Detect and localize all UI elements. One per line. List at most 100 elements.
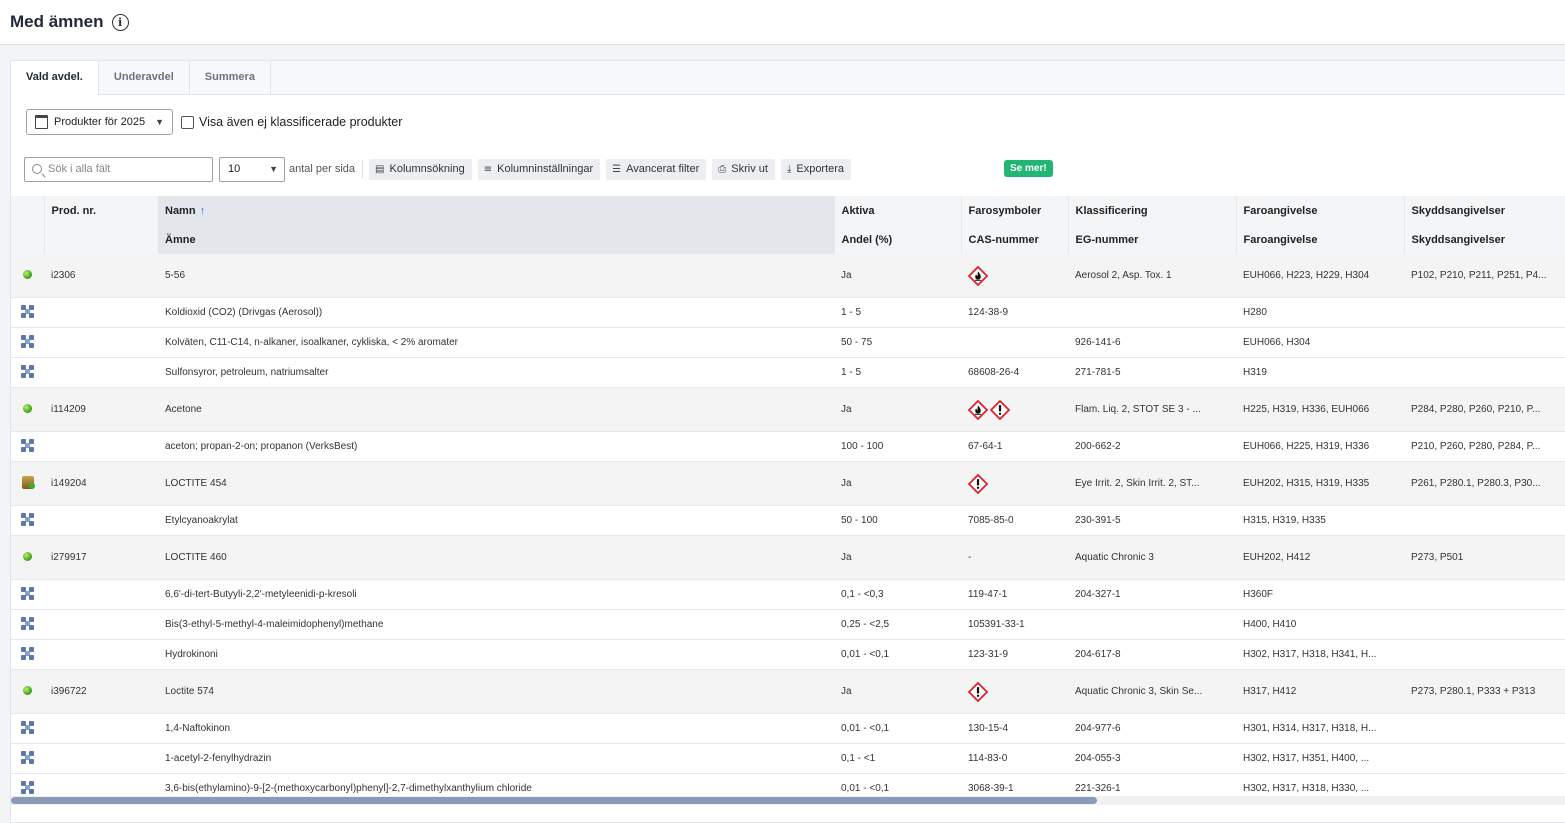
product-name[interactable]: LOCTITE 454 <box>158 461 834 506</box>
unclassified-checkbox-label[interactable]: Visa även ej klassificerade produkter <box>199 115 402 129</box>
substance-name[interactable]: Sulfonsyror, petroleum, natriumsalter <box>158 357 834 388</box>
product-id[interactable]: i114209 <box>44 387 158 432</box>
header-eg[interactable]: EG-nummer <box>1067 225 1236 254</box>
green-dot-icon <box>23 551 32 561</box>
product-row[interactable]: i396722 Loctite 574 Ja Aquatic Chronic 3, S… <box>11 669 1565 714</box>
green-dot-icon <box>23 403 32 413</box>
search-icon <box>32 164 42 174</box>
substance-icon-cell <box>11 431 44 462</box>
substance-hazard: H302, H317, H351, H400, ... <box>1236 743 1404 774</box>
substance-prod-nr <box>44 579 158 610</box>
product-precaution: P102, P210, P211, P251, P4... <box>1404 254 1565 298</box>
substance-eg: 204-977-6 <box>1068 713 1236 744</box>
header-row-bottom: Ämne Andel (%) CAS-nummer EG-nummer Faro… <box>11 225 1565 254</box>
substance-share: 50 - 100 <box>834 505 961 536</box>
column-settings-icon: ≡ <box>483 163 493 175</box>
print-button[interactable]: ⎙ Skriv ut <box>712 158 775 180</box>
substance-name[interactable]: Etylcyanoakrylat <box>158 505 834 536</box>
substance-name[interactable]: 1-acetyl-2-fenylhydrazin <box>158 743 834 774</box>
header-faroangivelse[interactable]: Faroangivelse <box>1235 196 1404 225</box>
substance-row[interactable]: Hydrokinoni 0,01 - <0,1 123-31-9 204-617-8 H… <box>11 639 1565 670</box>
unclassified-checkbox[interactable] <box>181 115 195 129</box>
substance-name[interactable]: 1,4-Naftokinon <box>158 713 834 744</box>
header-namn[interactable]: Namn ↑ <box>158 196 834 225</box>
product-name[interactable]: LOCTITE 460 <box>158 535 834 580</box>
substance-name[interactable]: aceton; propan-2-on; propanon (VerksBest… <box>158 431 834 462</box>
substance-precaution <box>1404 639 1565 670</box>
substance-row[interactable]: 1-acetyl-2-fenylhydrazin 0,1 - <1 114-83-0… <box>11 743 1565 774</box>
header-faroangivelse-2[interactable]: Faroangivelse <box>1235 225 1404 254</box>
substance-row[interactable]: 1,4-Naftokinon 0,01 - <0,1 130-15-4 204-977… <box>11 713 1565 744</box>
substance-name[interactable]: Bis(3-ethyl-5-methyl-4-maleimidophenyl)m… <box>158 609 834 640</box>
page-size-value: 10 <box>228 163 241 175</box>
product-row[interactable]: i114209 Acetone Ja Flam. Liq. 2, STOT SE 3 … <box>11 387 1565 432</box>
column-search-button[interactable]: ▤ Kolumnsökning <box>369 158 472 180</box>
substance-prod-nr <box>44 639 158 670</box>
advanced-filter-button[interactable]: ☰ Avancerat filter <box>606 158 707 180</box>
product-hazard: EUH202, H412 <box>1236 535 1404 580</box>
substance-cas: 130-15-4 <box>961 713 1068 744</box>
printer-icon: ⎙ <box>718 163 727 175</box>
green-dot-icon <box>23 269 32 279</box>
product-id[interactable]: i2306 <box>44 254 158 298</box>
substance-row[interactable]: aceton; propan-2-on; propanon (VerksBest… <box>11 431 1565 462</box>
see-more-badge[interactable]: Se mer! <box>1004 160 1053 177</box>
header-prod-nr[interactable]: Prod. nr. <box>43 196 158 225</box>
tab-vald-avdel[interactable]: Vald avdel. <box>11 61 99 95</box>
page-size-select[interactable]: 10 ▼ <box>219 156 285 182</box>
substance-row[interactable]: Etylcyanoakrylat 50 - 100 7085-85-0 230-391… <box>11 505 1565 536</box>
header-cas[interactable]: CAS-nummer <box>960 225 1068 254</box>
search-input[interactable]: Sök i alla fält <box>24 156 213 182</box>
substance-row[interactable]: Sulfonsyror, petroleum, natriumsalter 1 -… <box>11 357 1565 388</box>
product-row[interactable]: i279917 LOCTITE 460 Ja - Aquatic Chronic 3 EU… <box>11 535 1565 580</box>
substance-row[interactable]: Bis(3-ethyl-5-methyl-4-maleimidophenyl)m… <box>11 609 1565 640</box>
product-hazard: H225, H319, H336, EUH066 <box>1236 387 1404 432</box>
substance-name[interactable]: Koldioxid (CO2) (Drivgas (Aerosol)) <box>158 297 834 328</box>
product-name[interactable]: 5-56 <box>158 254 834 298</box>
header-skyddsangivelser-2[interactable]: Skyddsangivelser <box>1403 225 1565 254</box>
substance-share: 0,1 - <0,3 <box>834 579 961 610</box>
horizontal-scrollbar[interactable] <box>11 796 1565 805</box>
substance-name[interactable]: Kolväten, C11-C14, n-alkaner, isoalkaner… <box>158 327 834 358</box>
tab-underavdel[interactable]: Underavdel <box>99 61 190 94</box>
substance-row[interactable]: 6,6'-di-tert-Butyyli-2,2'-metyleenidi-p-… <box>11 579 1565 610</box>
column-settings-button[interactable]: ≡ Kolumninställningar <box>477 158 601 180</box>
header-skyddsangivelser[interactable]: Skyddsangivelser <box>1403 196 1565 225</box>
product-precaution: P261, P280.1, P280.3, P30... <box>1404 461 1565 506</box>
scrollbar-thumb[interactable] <box>11 797 1097 804</box>
substance-cas: 105391-33-1 <box>961 609 1068 640</box>
header-aktiva[interactable]: Aktiva <box>833 196 961 225</box>
toolbar: Sök i alla fält 10 ▼ antal per sida ▤ Ko… <box>24 156 852 182</box>
substance-name[interactable]: Hydrokinoni <box>158 639 834 670</box>
substance-precaution <box>1404 579 1565 610</box>
substance-hazard: H360F <box>1236 579 1404 610</box>
header-andel[interactable]: Andel (%) <box>833 225 961 254</box>
substance-molecule-icon <box>20 750 35 764</box>
product-id[interactable]: i396722 <box>44 669 158 714</box>
substance-molecule-icon <box>20 304 35 318</box>
substance-share: 0,1 - <1 <box>834 743 961 774</box>
product-active: Ja <box>834 387 961 432</box>
header-row-top: Prod. nr. Namn ↑ Aktiva Farosymboler Klas… <box>11 196 1565 225</box>
advanced-filter-label: Avancerat filter <box>626 163 700 175</box>
product-row[interactable]: i2306 5-56 Ja Aerosol 2, Asp. Tox. 1 EUH066,… <box>11 254 1565 298</box>
substance-icon-cell <box>11 357 44 388</box>
product-row[interactable]: i149204 LOCTITE 454 Ja Eye Irrit. 2, Skin I… <box>11 461 1565 506</box>
year-select[interactable]: Produkter för 2025 ▼ <box>26 109 174 135</box>
substance-precaution: P210, P260, P280, P284, P... <box>1404 431 1565 462</box>
product-id[interactable]: i149204 <box>44 461 158 506</box>
substance-molecule-icon <box>20 780 35 794</box>
product-name[interactable]: Loctite 574 <box>158 669 834 714</box>
tab-summera[interactable]: Summera <box>190 61 271 94</box>
substance-row[interactable]: Koldioxid (CO2) (Drivgas (Aerosol)) 1 - 5… <box>11 297 1565 328</box>
substance-row[interactable]: Kolväten, C11-C14, n-alkaner, isoalkaner… <box>11 327 1565 358</box>
chevron-down-icon: ▼ <box>155 117 165 127</box>
header-amne[interactable]: Ämne <box>158 225 834 254</box>
product-name[interactable]: Acetone <box>158 387 834 432</box>
header-farosymboler[interactable]: Farosymboler <box>960 196 1068 225</box>
info-icon[interactable]: i <box>111 13 129 31</box>
header-klassificering[interactable]: Klassificering <box>1067 196 1236 225</box>
product-id[interactable]: i279917 <box>44 535 158 580</box>
export-button[interactable]: ⤓ Exportera <box>780 158 852 180</box>
substance-name[interactable]: 6,6'-di-tert-Butyyli-2,2'-metyleenidi-p-… <box>158 579 834 610</box>
